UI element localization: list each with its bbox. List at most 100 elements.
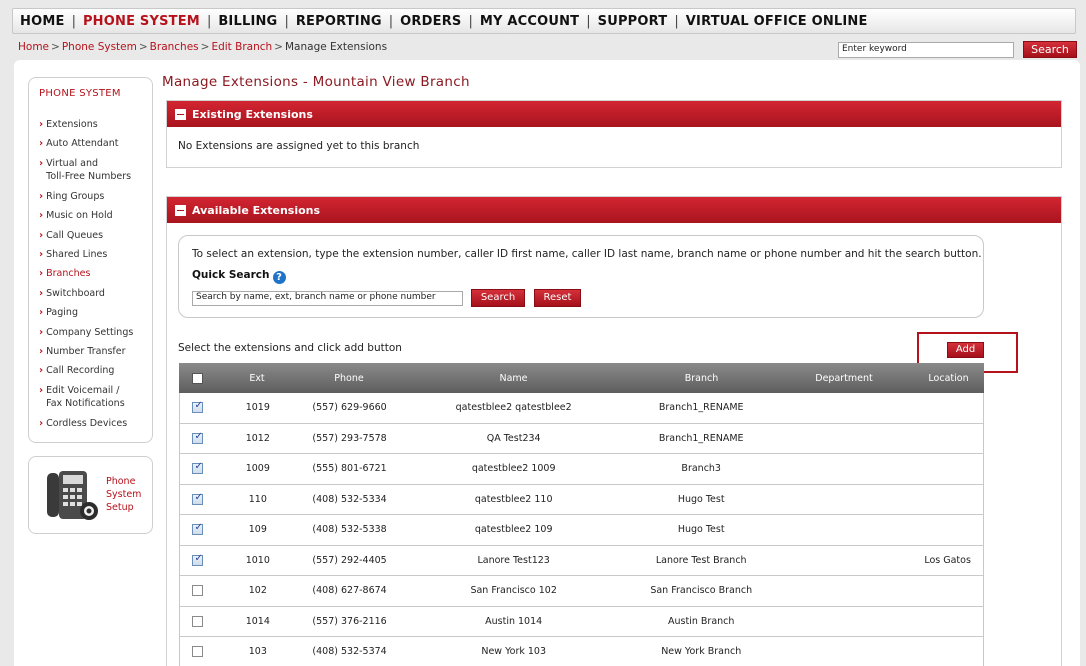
table-row[interactable]: 1012 (557) 293-7578 QA Test234 Branch1_RENA… — [179, 423, 984, 454]
row-checkbox[interactable] — [192, 553, 204, 566]
cell-phone: (557) 293-7578 — [312, 432, 387, 444]
cell-name: San Francisco 102 — [470, 585, 557, 597]
collapse-icon[interactable] — [175, 108, 186, 120]
header-name[interactable]: Name — [399, 373, 628, 384]
sidebar-item-call-queues[interactable]: › Call Queues — [39, 229, 103, 243]
chevron-right-icon: › — [39, 417, 44, 429]
breadcrumb-current: Manage Extensions — [284, 41, 388, 53]
table-row[interactable]: 103 (408) 532-5374 New York 103 New York Br… — [179, 637, 984, 666]
cell-name: Lanore Test123 — [477, 554, 550, 566]
available-extensions-header[interactable]: Available Extensions — [167, 197, 1061, 223]
table-row[interactable]: 1019 (557) 629-9660 qatestblee2 qatestblee… — [179, 393, 984, 424]
chevron-right-icon: › — [39, 190, 44, 202]
breadcrumb-link[interactable]: Branches — [150, 41, 199, 53]
header-ext[interactable]: Ext — [215, 373, 299, 384]
quick-search-box: To select an extension, type the extensi… — [178, 235, 984, 318]
nav-item-reporting[interactable]: REPORTING — [289, 14, 389, 29]
phone-setup-icon — [47, 471, 98, 520]
select-all-checkbox[interactable] — [191, 372, 203, 384]
sidebar-item-cordless-devices[interactable]: › Cordless Devices — [39, 417, 127, 431]
setup-line1: Phone — [106, 476, 136, 487]
page-title: Manage Extensions - Mountain View Branch — [162, 74, 470, 90]
nav-item-orders[interactable]: ORDERS — [393, 14, 468, 29]
cell-name: qatestblee2 qatestblee2 — [455, 402, 572, 414]
sidebar-item-label: Branches — [46, 268, 91, 280]
row-checkbox[interactable] — [192, 585, 204, 597]
sidebar-item-label: Company Settings — [46, 326, 134, 338]
sidebar-item-auto-attendant[interactable]: › Auto Attendant — [39, 137, 118, 151]
sidebar-item-music-on-hold[interactable]: › Music on Hold — [39, 209, 113, 223]
cell-ext: 110 — [248, 493, 267, 505]
breadcrumb: Home > Phone System > Branches > Edit Branch > M… — [18, 41, 387, 53]
table-row[interactable]: 109 (408) 532-5338 qatestblee2 109 Hugo Tes… — [179, 515, 984, 546]
breadcrumb-link[interactable]: Phone System — [62, 41, 137, 53]
collapse-icon[interactable] — [175, 204, 186, 216]
chevron-right-icon: › — [39, 307, 44, 319]
sidebar-item-extensions[interactable]: › Extensions — [39, 118, 98, 132]
breadcrumb-link[interactable]: Home — [18, 41, 49, 53]
nav-item-home[interactable]: HOME — [13, 14, 72, 29]
row-checkbox[interactable] — [192, 492, 204, 505]
row-checkbox[interactable] — [192, 461, 204, 475]
search-instructions: To select an extension, type the extensi… — [192, 248, 982, 260]
cell-branch: Austin Branch — [668, 615, 735, 627]
nav-item-virtual-office-online[interactable]: VIRTUAL OFFICE ONLINE — [679, 14, 875, 29]
row-checkbox[interactable] — [192, 400, 204, 414]
sidebar-item-shared-lines[interactable]: › Shared Lines — [39, 248, 107, 262]
select-instructions: Select the extensions and click add butt… — [178, 342, 402, 354]
cell-ext: 1010 — [245, 554, 270, 566]
reset-button[interactable]: Reset — [534, 289, 581, 307]
cell-phone: (408) 627-8674 — [312, 585, 387, 597]
sidebar-item-number-transfer[interactable]: › Number Transfer — [39, 345, 126, 359]
chevron-right-icon: › — [39, 268, 44, 280]
sidebar-item-call-recording[interactable]: › Call Recording — [39, 364, 114, 378]
header-branch[interactable]: Branch — [628, 373, 775, 384]
cell-name: New York 103 — [481, 646, 546, 658]
existing-extensions-header[interactable]: Existing Extensions — [167, 101, 1061, 127]
help-icon[interactable]: ? — [272, 271, 286, 284]
nav-item-phone-system[interactable]: PHONE SYSTEM — [76, 14, 207, 29]
cell-name: qatestblee2 1009 — [471, 463, 556, 475]
nav-item-support[interactable]: SUPPORT — [591, 14, 675, 29]
cell-branch: Lanore Test Branch — [655, 554, 747, 566]
quick-search-button[interactable]: Search — [471, 289, 525, 307]
table-row[interactable]: 1010 (557) 292-4405 Lanore Test123 Lanore T… — [179, 545, 984, 576]
cell-phone: (555) 801-6721 — [312, 463, 387, 475]
cell-phone: (557) 292-4405 — [312, 554, 387, 566]
sidebar-item-branches[interactable]: › Branches — [39, 267, 90, 281]
sidebar-item-ring-groups[interactable]: › Ring Groups — [39, 190, 104, 204]
cell-branch: Hugo Test — [677, 524, 725, 536]
breadcrumb-link[interactable]: Edit Branch — [211, 41, 272, 53]
header-department[interactable]: Department — [775, 373, 913, 384]
sidebar-item-paging[interactable]: › Paging — [39, 306, 78, 320]
nav-item-billing[interactable]: BILLING — [211, 14, 284, 29]
chevron-right-icon: › — [39, 157, 44, 169]
breadcrumb-separator: > — [200, 41, 210, 53]
row-checkbox[interactable] — [192, 646, 204, 658]
sidebar-item-switchboard[interactable]: › Switchboard — [39, 287, 105, 301]
row-checkbox[interactable] — [192, 522, 204, 536]
sidebar-item-virtual-and[interactable]: › Virtual and Toll-Free Numbers — [39, 157, 131, 184]
chevron-right-icon: › — [39, 249, 44, 260]
keyword-search-input[interactable]: Enter keyword — [838, 42, 1014, 58]
row-checkbox[interactable] — [192, 431, 204, 444]
sidebar-item-label: Call Recording — [46, 365, 115, 377]
nav-item-my-account[interactable]: MY ACCOUNT — [473, 14, 586, 29]
sidebar-item-edit-voicemail[interactable]: › Edit Voicemail / Fax Notifications — [39, 384, 125, 411]
quick-search-input[interactable]: Search by name, ext, branch name or phon… — [192, 291, 463, 306]
table-row[interactable]: 1014 (557) 376-2116 Austin 1014 Austin Bran… — [179, 606, 984, 637]
table-row[interactable]: 1009 (555) 801-6721 qatestblee2 1009 Branch… — [179, 454, 984, 485]
table-row[interactable]: 110 (408) 532-5334 qatestblee2 110 Hugo Tes… — [179, 484, 984, 515]
row-checkbox[interactable] — [192, 615, 204, 627]
phone-system-setup-box[interactable]: Phone System Setup — [28, 456, 153, 534]
breadcrumb-separator: > — [138, 41, 148, 53]
header-phone[interactable]: Phone — [299, 373, 399, 384]
cell-phone: (408) 532-5374 — [312, 646, 387, 658]
phone-system-setup-link[interactable]: Phone System Setup — [106, 475, 150, 514]
top-search-button[interactable]: Search — [1023, 41, 1077, 58]
sidebar-item-label: Shared Lines — [46, 249, 108, 260]
sidebar-item-company-settings[interactable]: › Company Settings — [39, 326, 133, 340]
existing-extensions-section: Existing Extensions No Extensions are as… — [166, 100, 1062, 168]
header-location[interactable]: Location — [913, 373, 984, 384]
table-row[interactable]: 102 (408) 627-8674 San Francisco 102 San Fr… — [179, 576, 984, 607]
